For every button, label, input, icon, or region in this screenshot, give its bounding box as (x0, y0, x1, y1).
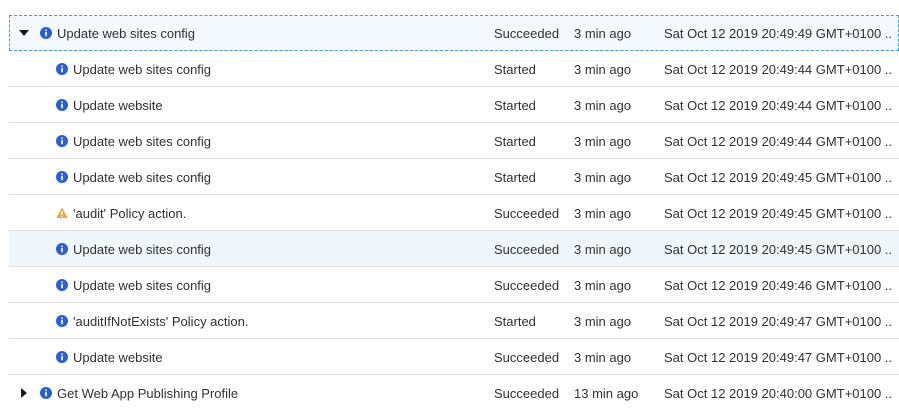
timestamp: Sat Oct 12 2019 20:49:44 GMT+0100 ... (664, 97, 892, 113)
status-text: Succeeded (494, 277, 560, 293)
status-text: Started (494, 97, 536, 113)
expand-chevron-icon[interactable] (18, 375, 30, 411)
operation-name[interactable]: Update web sites config (73, 242, 211, 257)
status-text: Succeeded (494, 205, 560, 221)
operation-name[interactable]: 'auditIfNotExists' Policy action. (73, 314, 248, 329)
status-text: Started (494, 313, 536, 329)
table-row[interactable]: Update web sites config Succeeded 3 min … (9, 231, 899, 267)
relative-time: 3 min ago (574, 25, 632, 41)
relative-time: 3 min ago (574, 169, 632, 185)
timestamp: Sat Oct 12 2019 20:49:44 GMT+0100 ... (664, 61, 892, 77)
relative-time: 3 min ago (574, 241, 632, 257)
info-icon (56, 63, 68, 75)
relative-time: 13 min ago (574, 385, 639, 401)
collapse-chevron-icon[interactable] (18, 15, 30, 51)
warning-icon (56, 207, 68, 219)
relative-time: 3 min ago (574, 313, 632, 329)
operation-name-cell: Update website (56, 339, 163, 375)
info-icon (56, 351, 68, 363)
operation-name-cell: Update website (56, 87, 163, 123)
timestamp: Sat Oct 12 2019 20:49:46 GMT+0100 ... (664, 277, 892, 293)
operation-name[interactable]: 'audit' Policy action. (73, 206, 186, 221)
operation-name-cell: Update web sites config (56, 159, 211, 195)
info-icon (56, 99, 68, 111)
info-icon (56, 171, 68, 183)
info-icon (56, 279, 68, 291)
timestamp: Sat Oct 12 2019 20:49:47 GMT+0100 ... (664, 313, 892, 329)
operation-name[interactable]: Update web sites config (73, 170, 211, 185)
operation-name-cell: Get Web App Publishing Profile (40, 375, 238, 411)
operation-name[interactable]: Get Web App Publishing Profile (57, 386, 238, 401)
activity-log-grid: Update web sites config Succeeded 3 min … (0, 15, 899, 411)
table-row[interactable]: Update web sites config Started 3 min ag… (9, 123, 899, 159)
timestamp: Sat Oct 12 2019 20:49:45 GMT+0100 ... (664, 241, 892, 257)
relative-time: 3 min ago (574, 205, 632, 221)
timestamp: Sat Oct 12 2019 20:49:44 GMT+0100 ... (664, 133, 892, 149)
table-row[interactable]: Update web sites config Succeeded 3 min … (9, 15, 899, 51)
status-text: Succeeded (494, 349, 560, 365)
timestamp: Sat Oct 12 2019 20:40:00 GMT+0100 ... (664, 385, 892, 401)
status-text: Succeeded (494, 25, 560, 41)
timestamp: Sat Oct 12 2019 20:49:45 GMT+0100 ... (664, 169, 892, 185)
operation-name[interactable]: Update web sites config (73, 134, 211, 149)
status-text: Started (494, 133, 536, 149)
operation-name[interactable]: Update website (73, 350, 163, 365)
relative-time: 3 min ago (574, 61, 632, 77)
operation-name[interactable]: Update website (73, 98, 163, 113)
table-row[interactable]: Update website Succeeded 3 min ago Sat O… (9, 339, 899, 375)
relative-time: 3 min ago (574, 133, 632, 149)
status-text: Succeeded (494, 385, 560, 401)
info-icon (56, 135, 68, 147)
timestamp: Sat Oct 12 2019 20:49:47 GMT+0100 ... (664, 349, 892, 365)
operation-name-cell: Update web sites config (56, 267, 211, 303)
relative-time: 3 min ago (574, 349, 632, 365)
info-icon (40, 27, 52, 39)
table-row[interactable]: Update web sites config Started 3 min ag… (9, 159, 899, 195)
status-text: Succeeded (494, 241, 560, 257)
status-text: Started (494, 61, 536, 77)
table-row[interactable]: Get Web App Publishing Profile Succeeded… (9, 375, 899, 411)
operation-name-cell: Update web sites config (56, 231, 211, 267)
operation-name[interactable]: Update web sites config (73, 278, 211, 293)
relative-time: 3 min ago (574, 277, 632, 293)
operation-name-cell: 'audit' Policy action. (56, 195, 186, 231)
table-row[interactable]: 'auditIfNotExists' Policy action. Starte… (9, 303, 899, 339)
status-text: Started (494, 169, 536, 185)
table-row[interactable]: Update website Started 3 min ago Sat Oct… (9, 87, 899, 123)
table-row[interactable]: Update web sites config Started 3 min ag… (9, 51, 899, 87)
table-row[interactable]: Update web sites config Succeeded 3 min … (9, 267, 899, 303)
timestamp: Sat Oct 12 2019 20:49:45 GMT+0100 ... (664, 205, 892, 221)
timestamp: Sat Oct 12 2019 20:49:49 GMT+0100 ... (664, 25, 892, 41)
operation-name-cell: 'auditIfNotExists' Policy action. (56, 303, 248, 339)
table-row[interactable]: 'audit' Policy action. Succeeded 3 min a… (9, 195, 899, 231)
relative-time: 3 min ago (574, 97, 632, 113)
operation-name-cell: Update web sites config (40, 15, 195, 51)
operation-name[interactable]: Update web sites config (57, 26, 195, 41)
operation-name-cell: Update web sites config (56, 51, 211, 87)
info-icon (56, 315, 68, 327)
operation-name-cell: Update web sites config (56, 123, 211, 159)
operation-name[interactable]: Update web sites config (73, 62, 211, 77)
info-icon (56, 243, 68, 255)
info-icon (40, 387, 52, 399)
